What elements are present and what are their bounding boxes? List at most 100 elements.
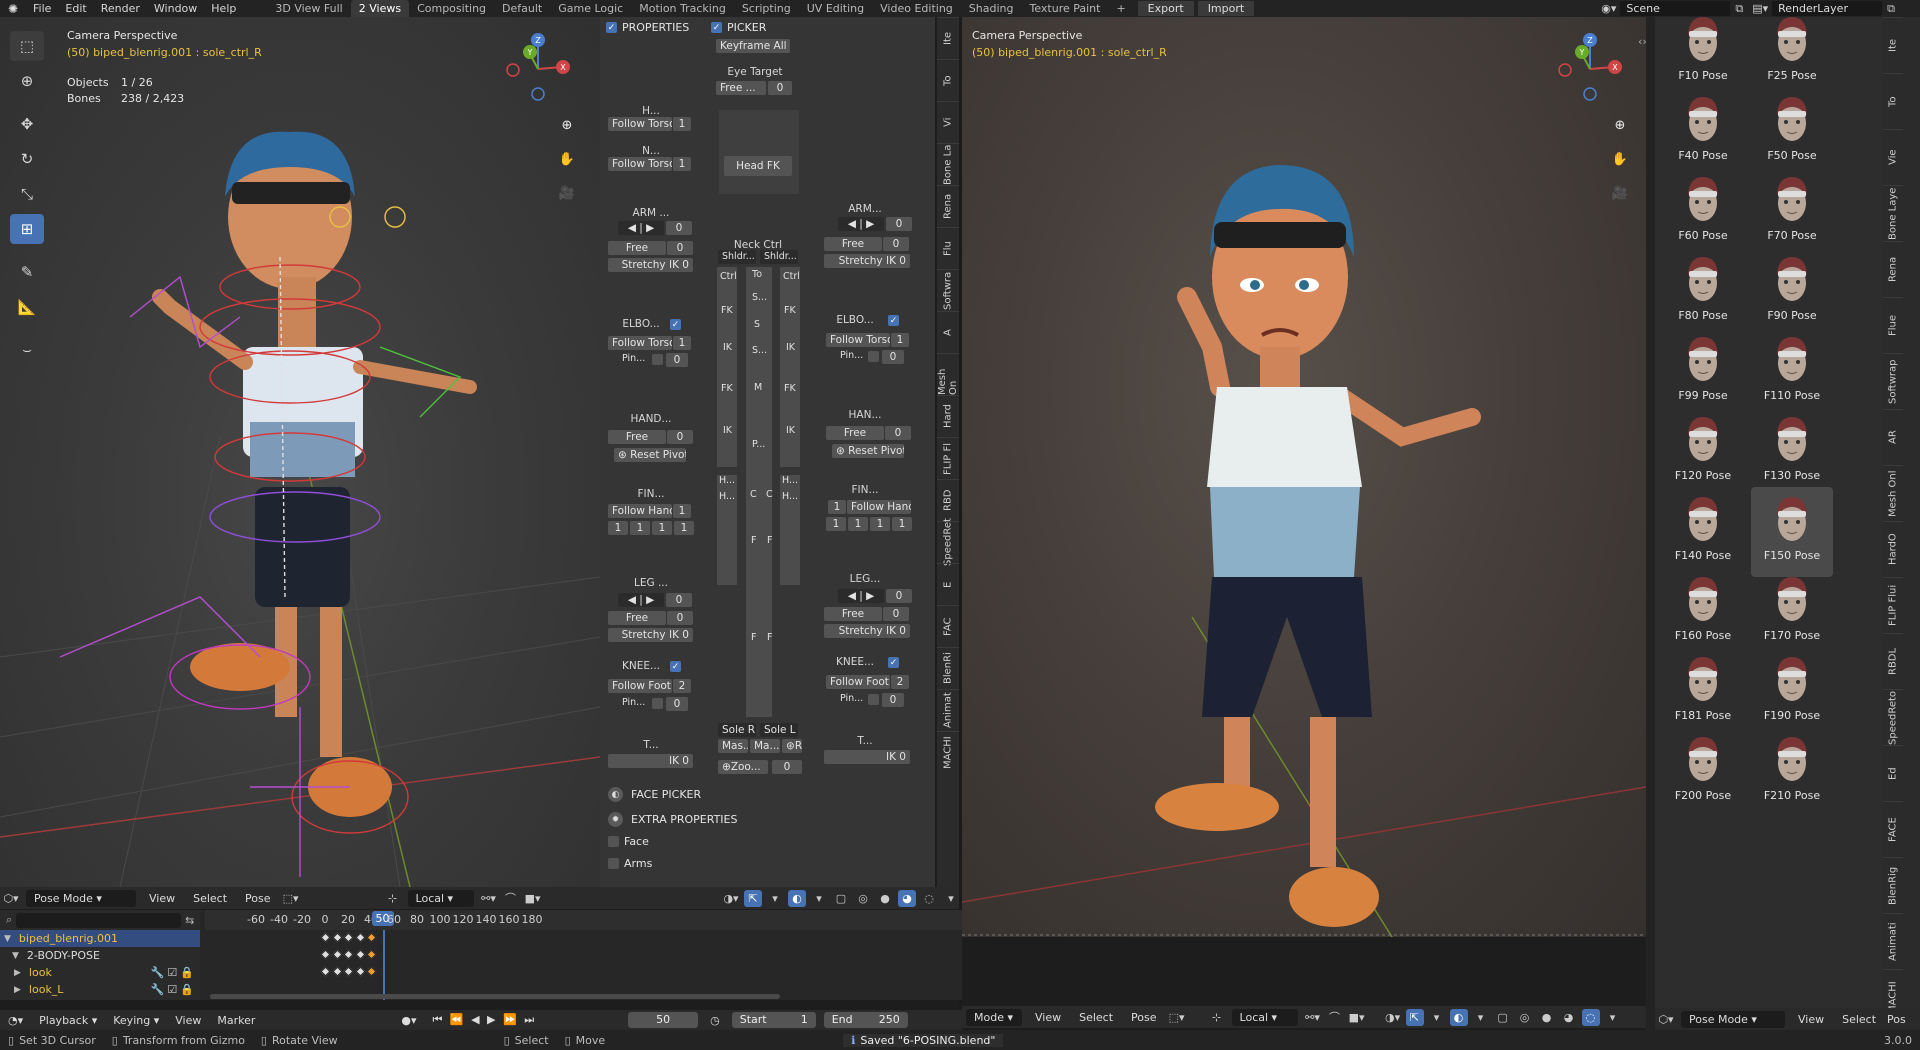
arm-left-value[interactable]: 0 (666, 221, 692, 235)
scene-field[interactable]: Scene (1620, 1, 1731, 16)
menu-select[interactable]: Select (184, 892, 236, 905)
channel-row[interactable]: ▼ 2-BODY-POSE (0, 947, 200, 964)
knee-left-value[interactable]: 2 (673, 679, 691, 693)
extra-properties-section[interactable]: ✹ EXTRA PROPERTIES (608, 812, 738, 827)
knee-right-checkbox[interactable]: ✓ (888, 657, 899, 668)
workspace-tab[interactable]: Scripting (734, 0, 799, 17)
arm-right-column[interactable] (780, 267, 800, 467)
camera-icon[interactable]: 🎥 (1608, 181, 1632, 205)
lock-icon[interactable]: 🔒 (180, 983, 200, 996)
workspace-tab[interactable]: Default (494, 0, 550, 17)
sidebar-tab[interactable]: Flue (1883, 297, 1903, 353)
sidebar-tab[interactable]: Animati (1883, 913, 1903, 969)
camera-icon[interactable]: 🎥 (555, 181, 579, 205)
snap-icon[interactable]: ⌒ (1326, 1009, 1344, 1026)
keyframe[interactable] (366, 932, 377, 943)
knee-right-value[interactable]: 2 (891, 675, 909, 689)
mid-label[interactable]: M (754, 382, 762, 393)
sidebar-tab[interactable]: FLIP Fl (937, 437, 959, 479)
shading-dropdown-icon[interactable]: ▾ (942, 890, 960, 907)
expand-arrow-icon[interactable]: ▶ (0, 968, 21, 978)
ik-right-label[interactable]: IK (786, 425, 795, 436)
knee-left-pin-value[interactable]: 0 (666, 697, 688, 711)
hip-right-label[interactable]: H... (782, 475, 798, 486)
sidebar-tab[interactable]: HardO (1883, 521, 1903, 577)
ctrl-left-label[interactable]: Ctrl (720, 271, 737, 282)
keyframe[interactable] (343, 949, 354, 960)
timeline-dopesheet[interactable]: ⌕ ⇆ -60-40-2002040506080100120140160180 … (0, 910, 962, 1000)
workspace-tab[interactable]: Shading (961, 0, 1022, 17)
workspace-tab[interactable]: Motion Tracking (631, 0, 734, 17)
menu-pose[interactable]: Pose (236, 892, 279, 905)
elbow-left-checkbox[interactable]: ✓ (670, 319, 681, 330)
orientation-icon[interactable]: ⊹ (1208, 1009, 1226, 1026)
sidebar-tab[interactable]: Ed (1883, 745, 1903, 801)
arm-right-free[interactable]: Free (824, 237, 882, 251)
keyframe-all-button[interactable]: Keyframe All ... (716, 39, 790, 53)
neck-follow-value[interactable]: 1 (673, 157, 691, 171)
pivot-icon[interactable]: ⚯▾ (1304, 1009, 1322, 1026)
elbow-right-value[interactable]: 1 (891, 333, 909, 347)
menu-view[interactable]: View (1026, 1011, 1070, 1024)
add-workspace-button[interactable]: + (1108, 0, 1133, 17)
zoom-value[interactable]: 0 (772, 760, 802, 774)
knee-right-follow[interactable]: Follow Foot (826, 675, 890, 689)
finger-right-value[interactable]: 1 (828, 500, 846, 514)
menu-edit[interactable]: Edit (58, 2, 93, 15)
arm-right-switch[interactable]: ◀ | ▶ (838, 217, 884, 231)
knee-right-pin-value[interactable]: 0 (882, 693, 904, 707)
arm-left-free[interactable]: Free (608, 241, 666, 255)
expand-arrow-icon[interactable]: ▼ (0, 934, 11, 944)
workspace-tab[interactable]: UV Editing (799, 0, 872, 17)
visibility-icon[interactable]: ◑▾ (722, 890, 740, 907)
workspace-tab[interactable]: 3D View Full (267, 0, 350, 17)
mode-dropdown[interactable]: Mode ▾ (966, 1008, 1022, 1026)
proportional-icon[interactable]: ■▾ (1348, 1009, 1366, 1026)
leg-left-stretchy[interactable]: Stretchy IK 0 (608, 628, 693, 642)
start-frame-field[interactable]: Start 1 (731, 1012, 816, 1028)
sidebar-tab[interactable]: SpeedReto (1883, 689, 1903, 745)
elbow-left-pin-value[interactable]: 0 (666, 353, 688, 367)
finger-left-follow[interactable]: Follow Hand (608, 504, 672, 518)
properties-toggle[interactable]: ✓ PROPERTIES (606, 21, 689, 34)
menu-view[interactable]: View (140, 892, 184, 905)
menu-marker[interactable]: Marker (209, 1014, 263, 1027)
gizmo-icon[interactable]: ⇱ (744, 889, 762, 907)
sidebar-tab[interactable]: FAC (937, 605, 959, 647)
pose-thumbnail[interactable]: F150 Pose (1751, 487, 1833, 577)
foot-label[interactable]: F (751, 535, 756, 546)
sidebar-tab[interactable]: Rena (1883, 241, 1903, 297)
auto-keying-icon[interactable]: ●▾ (393, 1014, 424, 1027)
sidebar-tab[interactable]: Vi (937, 101, 959, 143)
workspace-tab[interactable]: Compositing (409, 0, 494, 17)
sidebar-tab[interactable]: Ite (937, 17, 959, 59)
overlays-icon[interactable]: ◐ (1449, 1008, 1468, 1026)
keyframe[interactable] (355, 932, 365, 943)
sidebar-tab[interactable]: FACE (1883, 801, 1903, 857)
pose-thumbnail[interactable]: F10 Pose (1662, 17, 1744, 97)
wrench-icon[interactable]: 🔧 (151, 966, 165, 979)
pose-thumbnail[interactable]: F181 Pose (1662, 647, 1744, 737)
toe-left-ik[interactable]: IK 0 (608, 754, 693, 768)
swap-icon[interactable]: ⇆ (185, 914, 194, 927)
navigation-gizmo-icon[interactable]: Z X Y (500, 27, 580, 107)
sole-right-button[interactable]: Sole R (718, 723, 756, 737)
menu-view[interactable]: View (167, 1014, 209, 1027)
arm-left-stretchy[interactable]: Stretchy IK 0 (608, 258, 693, 272)
pose-thumbnail[interactable]: F25 Pose (1751, 17, 1833, 97)
wireframe-shading-icon[interactable]: ◎ (854, 890, 872, 907)
face-picker-section[interactable]: ◐ FACE PICKER (608, 787, 701, 802)
rotate-icon[interactable]: ↻ (10, 144, 44, 174)
right-3d-viewport[interactable]: Camera Perspective (50) biped_blenrig.00… (962, 17, 1646, 937)
workspace-tab[interactable]: Game Logic (550, 0, 631, 17)
rendered-shading-icon[interactable]: ◌ (1581, 1008, 1600, 1026)
finger-right-slot[interactable]: 1 (892, 517, 912, 531)
zoom-icon[interactable]: ⊕ (555, 113, 579, 137)
solid-shading-icon[interactable]: ● (876, 890, 894, 907)
transport-controls[interactable]: ⏮ ⏪ ◀ ▶ ⏩ ⏭ (425, 1013, 545, 1027)
channel-row[interactable]: ▶ look 🔧 ☑ 🔒 (0, 964, 200, 981)
center-label[interactable]: C (766, 489, 773, 500)
sidebar-tab[interactable]: RBD (937, 479, 959, 521)
hand-left-reset-pivot[interactable]: ⊛ Reset Pivot (614, 448, 686, 462)
sidebar-tab[interactable]: SpeedRet (937, 519, 959, 566)
